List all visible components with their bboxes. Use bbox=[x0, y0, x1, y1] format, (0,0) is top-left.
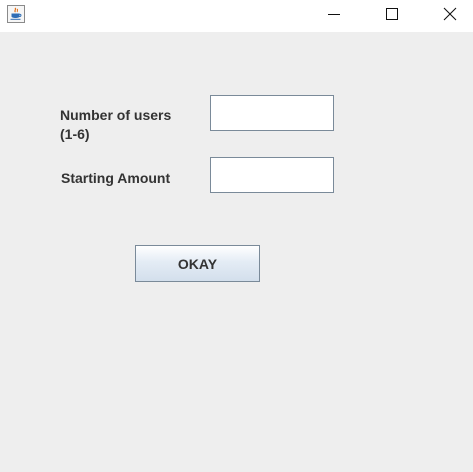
starting-amount-input[interactable] bbox=[210, 157, 334, 193]
maximize-button[interactable] bbox=[368, 0, 414, 30]
starting-amount-label: Starting Amount bbox=[61, 170, 171, 186]
users-label-line1: Number of users bbox=[60, 107, 172, 123]
close-icon bbox=[443, 7, 457, 21]
okay-button[interactable]: OKAY bbox=[135, 245, 260, 282]
title-bar bbox=[0, 0, 473, 32]
users-label-line2: (1-6) bbox=[60, 126, 90, 142]
close-button[interactable] bbox=[427, 0, 473, 30]
maximize-icon bbox=[386, 8, 398, 20]
users-label: Number of users (1-6) bbox=[60, 106, 171, 144]
minimize-button[interactable] bbox=[311, 0, 357, 30]
number-of-users-input[interactable] bbox=[210, 95, 334, 131]
minimize-icon bbox=[328, 14, 340, 15]
java-cup-icon bbox=[7, 5, 25, 23]
